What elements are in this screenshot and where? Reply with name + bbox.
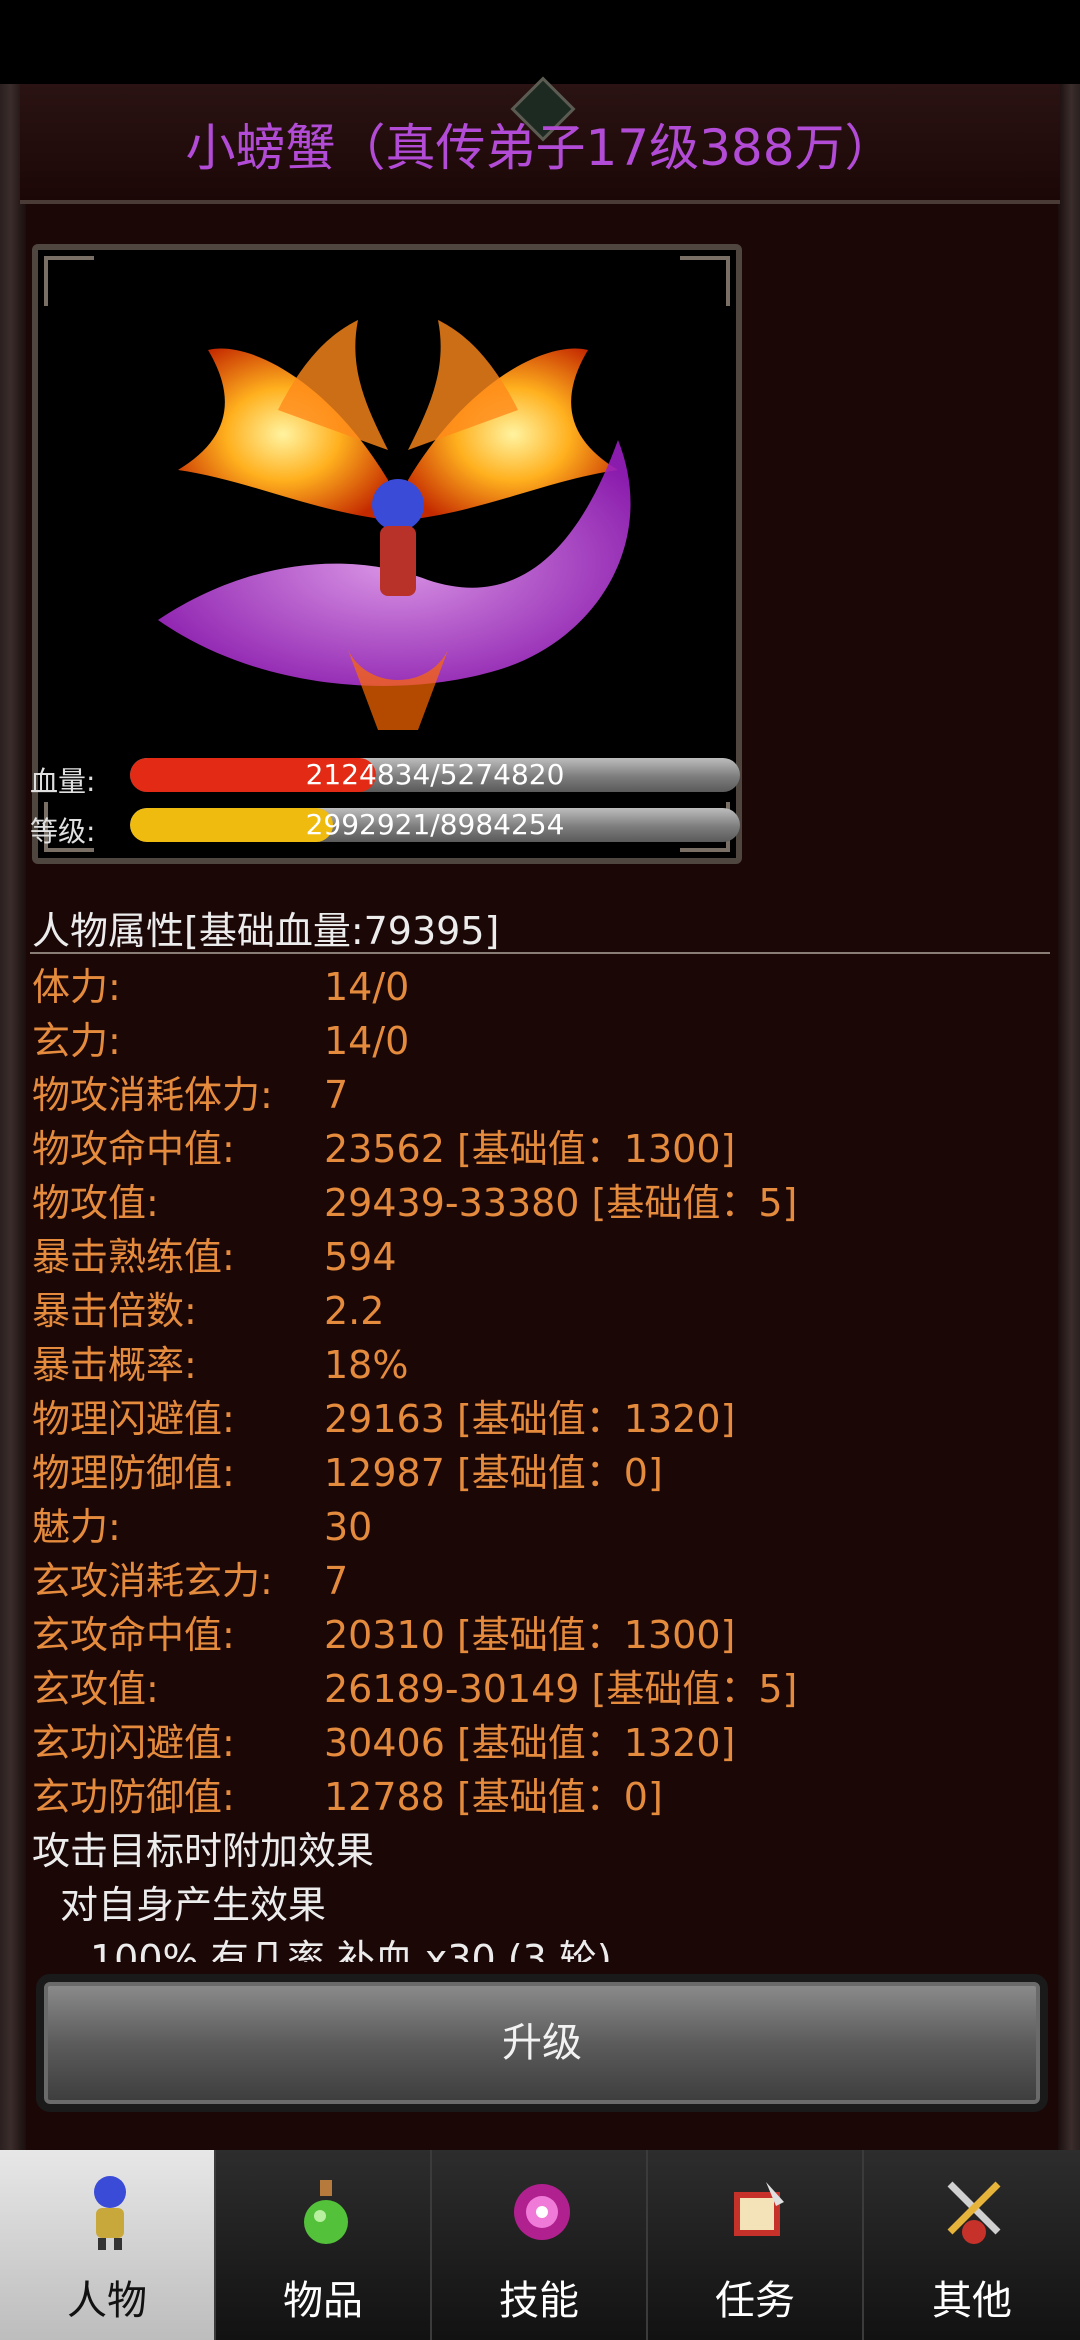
attribute-name: 玄功闪避值: [32, 1721, 235, 1765]
frame-corner [44, 256, 94, 306]
attribute-name: 物攻值: [32, 1181, 159, 1225]
attribute-value: 29439-33380 [基础值：5] [324, 1181, 798, 1225]
attribute-row: 玄功防御值: 12788 [基础值：0] [32, 1770, 1032, 1824]
attribute-value: 20310 [基础值：1300] [324, 1613, 736, 1657]
frame-right [1058, 84, 1080, 2150]
attribute-row: 暴击熟练值: 594 [32, 1230, 1032, 1284]
tab-label: 任务 [715, 2278, 795, 2324]
hp-label: 血量: [30, 765, 96, 798]
level-label: 等级: [30, 815, 96, 848]
frame-left [0, 84, 26, 2150]
attribute-value: 12788 [基础值：0] [324, 1775, 663, 1819]
attribute-name: 玄功防御值: [32, 1775, 235, 1819]
attribute-value: 14/0 [324, 965, 410, 1009]
attribute-name: 物理防御值: [32, 1451, 235, 1495]
tab-other[interactable]: 其他 [864, 2150, 1080, 2340]
skill-orb-icon [514, 2184, 570, 2240]
character-portrait: 血量: 2124834/5274820 等级: 2992921/8984254 [30, 244, 742, 864]
attribute-row: 魅力: 30 [32, 1500, 1032, 1554]
attribute-row: 玄攻消耗玄力: 7 [32, 1554, 1032, 1608]
attribute-name: 玄攻值: [32, 1667, 159, 1711]
tab-items[interactable]: 物品 [216, 2150, 432, 2340]
attribute-value: 7 [324, 1559, 349, 1603]
divider [30, 952, 1050, 954]
attribute-row: 玄攻值: 26189-30149 [基础值：5] [32, 1662, 1032, 1716]
attributes-heading: 人物属性[基础血量:79395] [32, 909, 500, 953]
attribute-value: 30 [324, 1505, 373, 1549]
character-icon [94, 2176, 126, 2250]
attribute-row: 玄功闪避值: 30406 [基础值：1320] [32, 1716, 1032, 1770]
crossed-swords-icon [947, 2181, 1001, 2244]
attribute-name: 暴击倍数: [32, 1289, 197, 1333]
attribute-value: 7 [324, 1073, 349, 1117]
attribute-row: 物攻消耗体力: 7 [32, 1068, 1032, 1122]
attribute-row: 物理闪避值: 29163 [基础值：1320] [32, 1392, 1032, 1446]
attributes-list: 体力: 14/0 玄力: 14/0 物攻消耗体力: 7 物攻命中值: 23562 [基础值：1… [32, 960, 1032, 1824]
effect-detail: 100% 有几率 补血 x30 (3 轮) [90, 1937, 612, 1962]
quest-book-icon [734, 2182, 784, 2236]
attribute-name: 玄攻消耗玄力: [32, 1559, 273, 1603]
hp-bar: 2124834/5274820 [130, 758, 740, 792]
bottom-nav: 人物 物品 技能 任务 其他 [0, 2150, 1080, 2340]
attribute-value: 594 [324, 1235, 397, 1279]
tab-label: 物品 [283, 2278, 363, 2324]
tab-quests[interactable]: 任务 [648, 2150, 864, 2340]
exp-value: 2992921/8984254 [305, 808, 565, 841]
upgrade-button-label: 升级 [502, 2020, 582, 2066]
status-bar [0, 0, 1080, 84]
attribute-value: 23562 [基础值：1300] [324, 1127, 736, 1171]
attribute-name: 魅力: [32, 1505, 121, 1549]
attribute-row: 暴击倍数: 2.2 [32, 1284, 1032, 1338]
attribute-value: 29163 [基础值：1320] [324, 1397, 736, 1441]
attribute-name: 物理闪避值: [32, 1397, 235, 1441]
character-title: 小螃蟹（真传弟子17级388万） [185, 119, 895, 177]
tab-skills[interactable]: 技能 [432, 2150, 648, 2340]
attribute-row: 物理防御值: 12987 [基础值：0] [32, 1446, 1032, 1500]
attribute-name: 暴击熟练值: [32, 1235, 235, 1279]
effect-heading: 攻击目标时附加效果 [32, 1829, 375, 1873]
attribute-value: 14/0 [324, 1019, 410, 1063]
effect-subheading: 对自身产生效果 [60, 1883, 327, 1927]
tab-label: 人物 [67, 2278, 147, 2324]
attribute-name: 物攻消耗体力: [32, 1073, 273, 1117]
phoenix-avatar-icon [158, 320, 631, 730]
attribute-name: 物攻命中值: [32, 1127, 235, 1171]
attribute-name: 玄力: [32, 1019, 121, 1063]
attribute-value: 2.2 [324, 1289, 385, 1333]
attribute-row: 物攻值: 29439-33380 [基础值：5] [32, 1176, 1032, 1230]
tab-label: 技能 [499, 2278, 579, 2324]
exp-bar: 2992921/8984254 [130, 808, 740, 842]
attribute-row: 物攻命中值: 23562 [基础值：1300] [32, 1122, 1032, 1176]
attribute-row: 玄攻命中值: 20310 [基础值：1300] [32, 1608, 1032, 1662]
attribute-value: 30406 [基础值：1320] [324, 1721, 736, 1765]
attribute-name: 暴击概率: [32, 1343, 197, 1387]
tab-label: 其他 [932, 2278, 1012, 2324]
potion-icon [304, 2180, 348, 2244]
attribute-row: 玄力: 14/0 [32, 1014, 1032, 1068]
tab-character[interactable]: 人物 [0, 2150, 216, 2340]
attribute-value: 18% [324, 1343, 409, 1387]
attribute-row: 体力: 14/0 [32, 960, 1032, 1014]
attribute-name: 玄攻命中值: [32, 1613, 235, 1657]
attribute-row: 暴击概率: 18% [32, 1338, 1032, 1392]
upgrade-button[interactable]: 升级 [36, 1974, 1048, 2112]
attribute-value: 26189-30149 [基础值：5] [324, 1667, 798, 1711]
hp-value: 2124834/5274820 [305, 758, 565, 791]
attribute-name: 体力: [32, 965, 121, 1009]
attribute-value: 12987 [基础值：0] [324, 1451, 663, 1495]
